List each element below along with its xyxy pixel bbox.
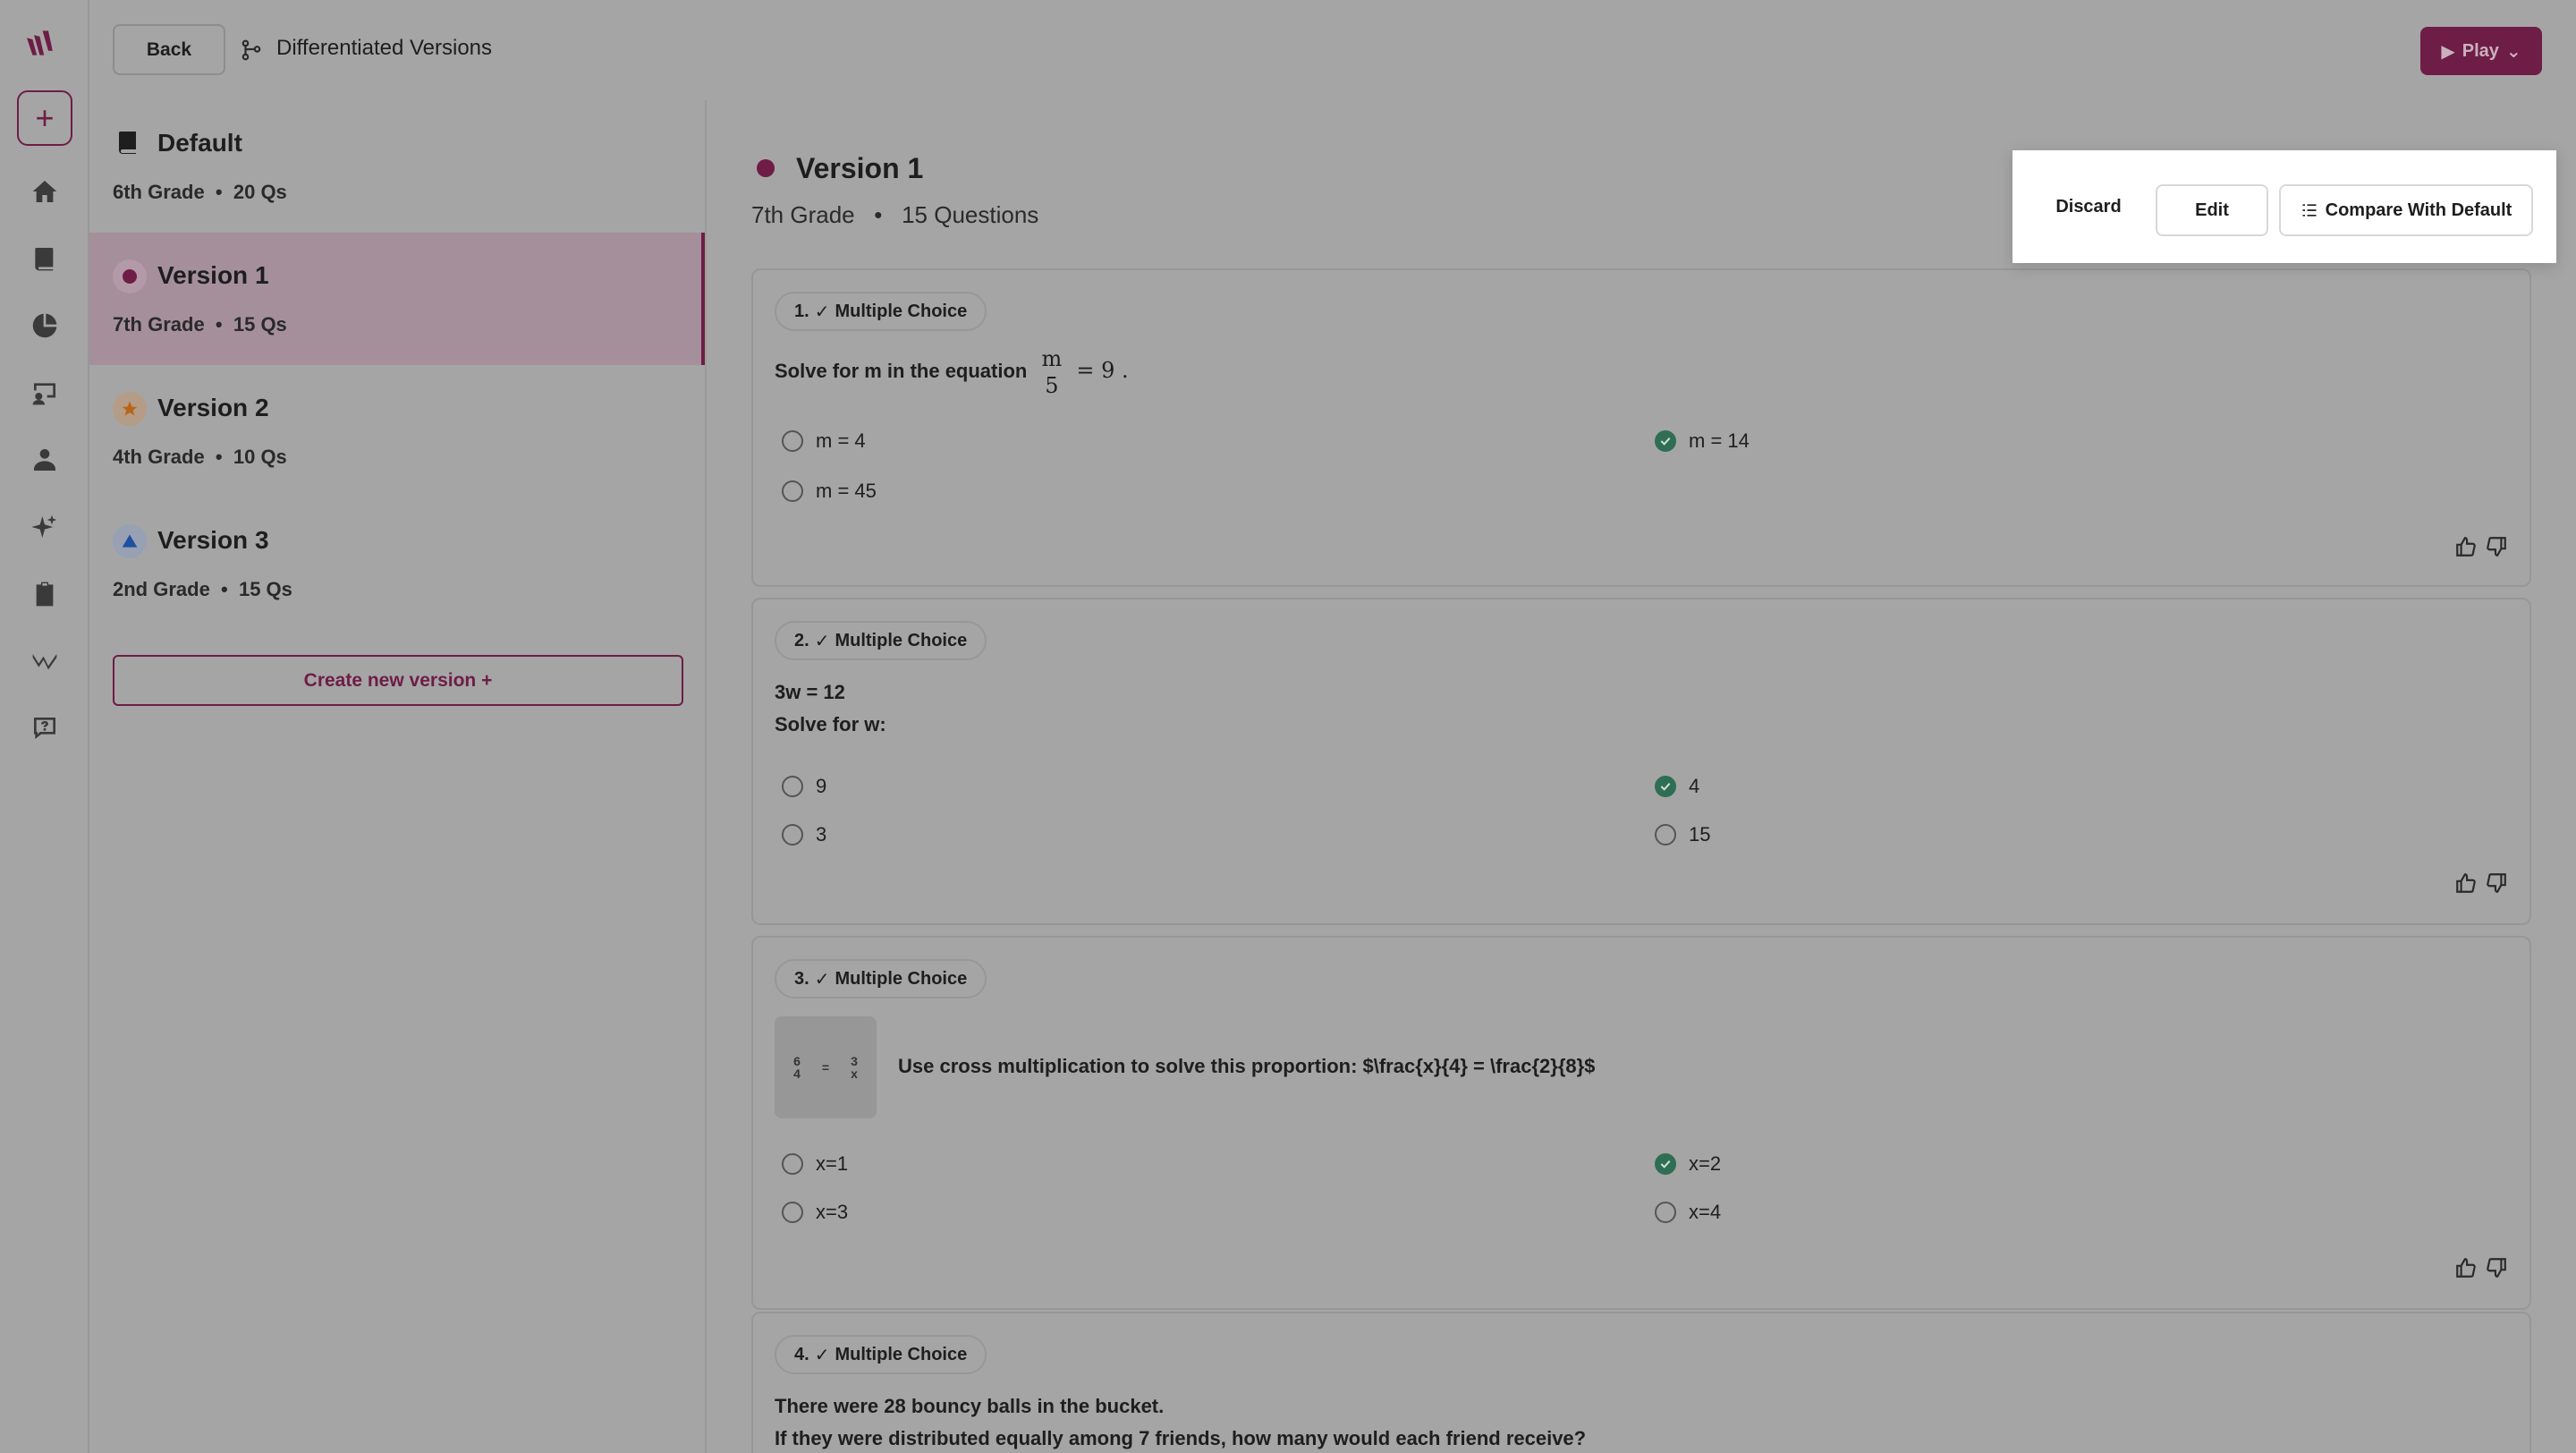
option[interactable]: x=1 [782, 1152, 848, 1176]
version-name: Version 2 [157, 394, 269, 421]
compare-list-icon [2302, 204, 2317, 217]
version-summary: 7th Grade • 15 Questions [751, 201, 1039, 228]
check-circle-icon [1655, 430, 1676, 452]
radio-icon [782, 1202, 803, 1223]
check-circle-icon [1655, 776, 1676, 797]
edit-button[interactable]: Edit [2156, 184, 2268, 236]
version-title: Version 1 [796, 152, 924, 184]
create-add-button[interactable]: + [17, 90, 72, 146]
students-icon[interactable] [27, 442, 63, 478]
option[interactable]: m = 4 [782, 429, 866, 453]
ai-sparkle-icon[interactable] [27, 509, 63, 545]
feedback-buttons [2454, 1256, 2508, 1279]
math-fraction: m5 [1041, 346, 1063, 398]
question-type-tag: 1. ✓ Multiple Choice [775, 292, 987, 331]
check-circle-icon [1655, 1153, 1676, 1175]
question-text: Solve for m in the equation m5 = 9 . [775, 346, 1129, 398]
version-name: Default [157, 129, 242, 157]
radio-icon [1655, 824, 1676, 845]
radio-icon [782, 1153, 803, 1175]
version-meta: 2nd Grade • 15 Qs [113, 578, 292, 600]
play-button[interactable]: ▶ Play ⌄ [2420, 27, 2542, 75]
radio-icon [782, 824, 803, 845]
versions-sidebar: Default 6th Grade • 20 Qs Version 1 7th … [89, 100, 707, 1453]
question-type-tag: 4. ✓ Multiple Choice [775, 1335, 987, 1374]
version-item-version-2[interactable]: Version 2 4th Grade • 10 Qs [89, 365, 705, 497]
create-new-version-button[interactable]: Create new version + [113, 655, 683, 706]
check-icon: ✓ [814, 631, 830, 651]
version-name: Version 3 [157, 526, 269, 554]
icon-rail: + [0, 0, 89, 1453]
thumbs-up-icon[interactable] [2454, 871, 2478, 895]
branch-icon [242, 39, 261, 61]
discard-button[interactable]: Discard [2039, 184, 2138, 229]
check-icon: ✓ [814, 969, 830, 990]
triangle-icon [113, 524, 147, 558]
thumbs-up-icon[interactable] [2454, 535, 2478, 558]
version-item-version-3[interactable]: Version 3 2nd Grade • 15 Qs [89, 497, 705, 630]
question-card-4[interactable]: 4. ✓ Multiple Choice There were 28 bouncy … [751, 1312, 2531, 1453]
option-correct[interactable]: m = 14 [1655, 429, 1750, 453]
radio-icon [782, 430, 803, 452]
radio-icon [1655, 1202, 1676, 1223]
check-icon: ✓ [814, 1345, 830, 1365]
home-icon[interactable] [27, 174, 63, 209]
chevron-down-icon: ⌄ [2505, 41, 2521, 62]
help-icon[interactable] [27, 710, 63, 746]
question-type-tag: 3. ✓ Multiple Choice [775, 959, 987, 998]
top-bar: Back Differentiated Versions ▶ Play ⌄ [89, 0, 2576, 100]
question-card-1[interactable]: 1. ✓ Multiple Choice Solve for m in the eq… [751, 268, 2531, 587]
version-meta: 7th Grade • 15 Qs [113, 313, 287, 336]
question-card-3[interactable]: 3. ✓ Multiple Choice 64 = 3x Use cross mul… [751, 936, 2531, 1310]
reports-icon[interactable] [27, 308, 63, 344]
play-label: Play [2462, 40, 2499, 61]
feedback-buttons [2454, 871, 2508, 895]
check-icon: ✓ [814, 302, 830, 322]
star-icon [113, 392, 147, 426]
version-meta: 4th Grade • 10 Qs [113, 446, 287, 468]
version-meta: 6th Grade • 20 Qs [113, 181, 287, 203]
question-image: 64 = 3x [775, 1016, 877, 1118]
back-button[interactable]: Back [113, 24, 225, 75]
compare-with-default-button[interactable]: Compare With Default [2279, 184, 2533, 236]
question-type-tag: 2. ✓ Multiple Choice [775, 621, 987, 660]
thumbs-down-icon[interactable] [2485, 1256, 2508, 1279]
page-title: Differentiated Versions [276, 36, 493, 60]
assignments-icon[interactable] [27, 576, 63, 612]
option[interactable]: 3 [782, 823, 826, 846]
thumbs-down-icon[interactable] [2485, 871, 2508, 895]
classes-icon[interactable] [27, 375, 63, 411]
library-icon[interactable] [27, 241, 63, 276]
radio-icon [782, 480, 803, 502]
question-text: 3w = 12 Solve for w: [775, 681, 886, 735]
version-name: Version 1 [157, 261, 269, 289]
option[interactable]: x=3 [782, 1201, 848, 1224]
option[interactable]: 15 [1655, 823, 1710, 846]
version-item-default[interactable]: Default 6th Grade • 20 Qs [89, 100, 705, 233]
option[interactable]: m = 45 [782, 480, 877, 503]
main-panel: Version 1 7th Grade • 15 Questions 1. ✓ Mu… [708, 100, 2576, 1453]
thumbs-up-icon[interactable] [2454, 1256, 2478, 1279]
option-correct[interactable]: 4 [1655, 775, 1699, 798]
feedback-buttons [2454, 535, 2508, 558]
option[interactable]: 9 [782, 775, 826, 798]
radio-icon [782, 776, 803, 797]
version-item-version-1[interactable]: Version 1 7th Grade • 15 Qs [89, 233, 705, 365]
option-correct[interactable]: x=2 [1655, 1152, 1721, 1176]
circle-dot-icon [113, 259, 147, 293]
question-text: There were 28 bouncy balls in the bucket… [775, 1395, 1587, 1449]
question-text: Use cross multiplication to solve this p… [898, 1055, 1596, 1077]
analytics-icon[interactable] [27, 643, 63, 679]
play-icon: ▶ [2441, 41, 2455, 62]
question-card-2[interactable]: 2. ✓ Multiple Choice 3w = 12 Solve for w: … [751, 598, 2531, 925]
option[interactable]: x=4 [1655, 1201, 1721, 1224]
version-actions-panel: Discard Edit Compare With Default [2012, 150, 2556, 263]
book-icon [119, 132, 136, 154]
thumbs-down-icon[interactable] [2485, 535, 2508, 558]
logo-icon[interactable] [27, 29, 63, 59]
version-dot-icon [757, 159, 775, 177]
